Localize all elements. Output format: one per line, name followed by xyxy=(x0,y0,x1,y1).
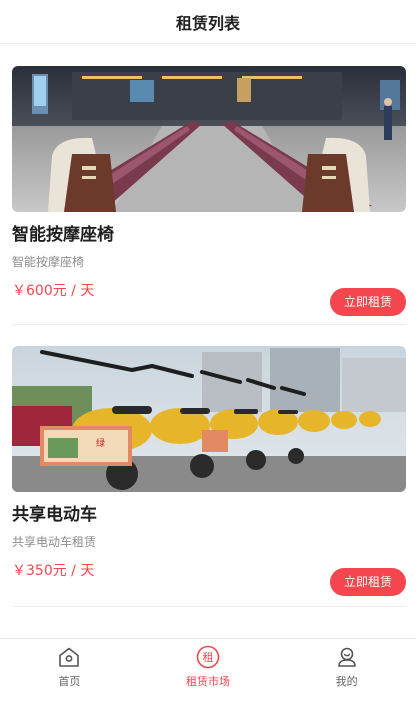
price-row: ￥350元 / 天 立即租赁 xyxy=(12,554,406,596)
product-card[interactable]: 智能按摩座椅 智能按摩座椅 ￥600元 / 天 立即租赁 xyxy=(12,66,406,316)
rent-now-button[interactable]: 立即租赁 xyxy=(330,288,406,316)
massage-chair-photo[interactable] xyxy=(12,66,406,212)
tab-rent-market-label: 租赁市场 xyxy=(186,675,230,688)
home-icon xyxy=(59,647,80,667)
product-list[interactable]: 智能按摩座椅 智能按摩座椅 ￥600元 / 天 立即租赁 绿 共享电动车 共享电… xyxy=(0,44,416,638)
price-row: ￥600元 / 天 立即租赁 xyxy=(12,274,406,316)
product-title: 智能按摩座椅 xyxy=(12,225,114,245)
product-price: ￥350元 / 天 xyxy=(12,563,95,579)
tab-home[interactable]: 首页 xyxy=(0,639,139,704)
product-title: 共享电动车 xyxy=(12,505,97,525)
divider xyxy=(12,324,406,325)
rent-icon: 租 xyxy=(196,645,220,669)
svg-text:绿: 绿 xyxy=(96,437,105,449)
user-icon xyxy=(337,647,356,667)
tab-bar: 首页 租 租赁市场 我的 xyxy=(0,638,416,704)
tab-mine[interactable]: 我的 xyxy=(277,639,416,704)
page-title: 租赁列表 xyxy=(175,13,240,33)
electric-bike-photo[interactable]: 绿 xyxy=(12,346,406,492)
rent-icon-glyph: 租 xyxy=(203,651,214,664)
nav-bar: 租赁列表 xyxy=(0,0,416,44)
divider xyxy=(12,606,406,607)
product-subtitle: 共享电动车租赁 xyxy=(12,535,97,549)
tab-mine-label: 我的 xyxy=(335,675,358,688)
rent-now-button[interactable]: 立即租赁 xyxy=(330,568,406,596)
product-price: ￥600元 / 天 xyxy=(12,283,95,299)
product-subtitle: 智能按摩座椅 xyxy=(12,255,85,269)
product-card[interactable]: 绿 共享电动车 共享电动车租赁 ￥350元 / 天 立即租赁 xyxy=(12,346,406,596)
tab-rent-market[interactable]: 租 租赁市场 xyxy=(139,639,278,704)
tab-home-label: 首页 xyxy=(58,675,81,688)
